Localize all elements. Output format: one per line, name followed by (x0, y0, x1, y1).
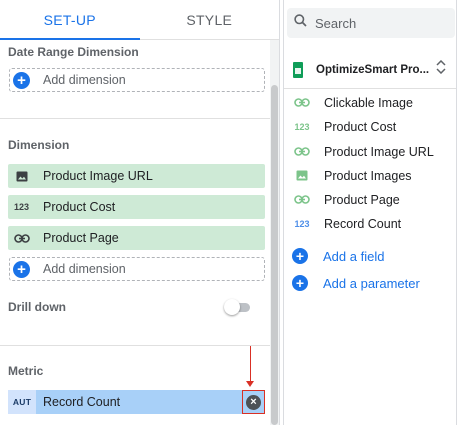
field-label: Product Images (324, 169, 412, 183)
properties-panel: SET-UP STYLE Date Range Dimension + Add … (0, 0, 280, 425)
field-product-image-url[interactable]: Product Image URL (284, 140, 456, 164)
add-field-label: Add a field (323, 248, 385, 264)
plus-icon: + (292, 275, 308, 291)
remove-metric-button[interactable]: × (242, 390, 265, 414)
field-label: Product Page (324, 193, 400, 207)
section-divider (0, 118, 270, 119)
add-parameter-label: Add a parameter (323, 275, 420, 291)
field-clickable-image[interactable]: Clickable Image (284, 91, 456, 115)
dimension-chip-product-page[interactable]: Product Page (8, 226, 265, 250)
annotation-arrow-head (246, 381, 254, 387)
data-source-header[interactable]: OptimizeSmart Pro... (284, 52, 456, 88)
field-label: Product Cost (324, 120, 397, 134)
field-label: Record Count (324, 217, 402, 231)
link-icon (293, 97, 311, 109)
drill-down-label: Drill down (8, 300, 66, 314)
close-icon: × (246, 394, 261, 410)
add-field-button[interactable]: + Add a field (284, 244, 456, 268)
field-label: Product Image URL (324, 145, 434, 159)
number-icon: 123 (294, 219, 310, 229)
metric-chip-record-count[interactable]: AUT Record Count (8, 390, 265, 414)
setup-scroll-area: Date Range Dimension + Add dimension Dim… (0, 40, 270, 425)
add-date-range-dimension-button[interactable]: + Add dimension (9, 68, 265, 92)
dimension-chip-product-cost[interactable]: 123 Product Cost (8, 195, 265, 219)
chip-label: Product Image URL (43, 169, 153, 183)
field-product-images[interactable]: Product Images (284, 164, 456, 188)
tab-setup[interactable]: SET-UP (0, 0, 140, 40)
number-icon: 123 (13, 202, 30, 212)
plus-icon: + (292, 248, 308, 264)
field-record-count[interactable]: 123 Record Count (284, 212, 456, 236)
plus-icon: + (13, 71, 30, 89)
section-divider (0, 345, 270, 346)
scrollbar[interactable] (270, 40, 279, 425)
dimension-section-label: Dimension (8, 138, 70, 152)
annotation-arrow (250, 346, 251, 384)
link-icon (293, 194, 311, 206)
field-product-page[interactable]: Product Page (284, 188, 456, 212)
metric-section-label: Metric (8, 364, 44, 378)
collapse-chevron-icon[interactable] (436, 59, 446, 76)
panel-tabs: SET-UP STYLE (0, 0, 279, 40)
chip-label: Record Count (43, 395, 121, 409)
field-label: Clickable Image (324, 96, 413, 110)
chip-label: Product Page (43, 231, 119, 245)
tab-style[interactable]: STYLE (140, 0, 280, 39)
source-divider (284, 88, 456, 89)
data-source-name: OptimizeSmart Pro... (316, 64, 430, 76)
chip-label: Product Cost (43, 200, 116, 214)
field-product-cost[interactable]: 123 Product Cost (284, 115, 456, 139)
image-icon (293, 170, 311, 183)
image-icon (8, 164, 35, 188)
sheets-icon (293, 62, 303, 78)
scrollbar-thumb[interactable] (271, 85, 278, 425)
number-icon: 123 (294, 122, 310, 132)
plus-icon: + (13, 260, 30, 278)
aggregation-icon: AUT (8, 390, 36, 414)
add-dimension-button[interactable]: + Add dimension (9, 257, 265, 281)
link-icon (293, 146, 311, 158)
search-icon (294, 14, 307, 32)
data-panel: OptimizeSmart Pro... Clickable Image 123… (283, 0, 457, 425)
add-dimension-label: Add dimension (43, 262, 126, 276)
dimension-chip-product-image-url[interactable]: Product Image URL (8, 164, 265, 188)
drill-down-toggle[interactable] (224, 299, 252, 315)
add-dimension-label: Add dimension (43, 73, 126, 87)
link-icon (8, 226, 35, 250)
search-box[interactable] (287, 8, 455, 38)
toggle-knob (224, 299, 240, 315)
add-parameter-button[interactable]: + Add a parameter (284, 271, 456, 295)
date-range-dimension-label: Date Range Dimension (8, 45, 139, 59)
search-input[interactable] (315, 15, 435, 31)
